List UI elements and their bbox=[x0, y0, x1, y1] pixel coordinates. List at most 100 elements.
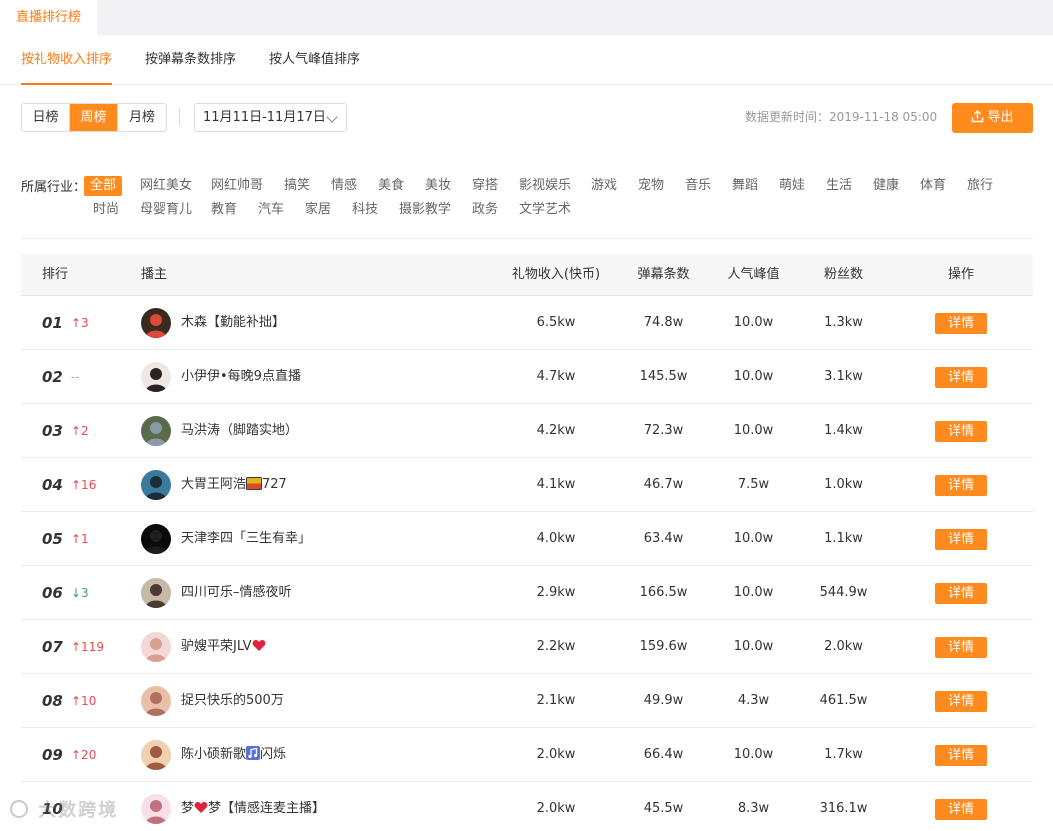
rank-trend: ↑119 bbox=[71, 640, 104, 654]
industry-tag[interactable]: 舞蹈 bbox=[732, 176, 758, 196]
industry-tag[interactable]: 科技 bbox=[352, 200, 378, 220]
rank-trend: ↓3 bbox=[71, 586, 89, 600]
industry-tag[interactable]: 网红帅哥 bbox=[211, 176, 263, 196]
industry-tag[interactable]: 美食 bbox=[378, 176, 404, 196]
fans-count-cell: 3.1kw bbox=[824, 369, 863, 384]
detail-button[interactable]: 详情 bbox=[935, 475, 987, 496]
table-row: 03 ↑2 马洪涛（脚踏实地） 4.2kw 72.3w 10.0w 1.4kw 详情 bbox=[21, 404, 1033, 458]
industry-tag[interactable]: 母婴育儿 bbox=[140, 200, 192, 220]
header-gift-income[interactable]: 礼物收入(快币) bbox=[501, 254, 611, 296]
export-button[interactable]: 导出 bbox=[952, 103, 1033, 133]
rank-number: 03 bbox=[42, 422, 63, 440]
header-peak-popularity[interactable]: 人气峰值 bbox=[716, 254, 791, 296]
avatar[interactable] bbox=[141, 416, 171, 446]
industry-tag[interactable]: 宠物 bbox=[638, 176, 664, 196]
industry-tag[interactable]: 汽车 bbox=[258, 200, 284, 220]
streamer-name[interactable]: 梦梦【情感连麦主播】 bbox=[181, 782, 325, 831]
rank-number: 09 bbox=[42, 746, 63, 764]
detail-button[interactable]: 详情 bbox=[935, 691, 987, 712]
industry-label: 所属行业： bbox=[21, 180, 87, 195]
industry-tag[interactable]: 摄影教学 bbox=[399, 200, 451, 220]
avatar[interactable] bbox=[141, 632, 171, 662]
detail-button[interactable]: 详情 bbox=[935, 421, 987, 442]
detail-button[interactable]: 详情 bbox=[935, 313, 987, 334]
streamer-name[interactable]: 捉只快乐的500万 bbox=[181, 674, 284, 728]
danmu-count-cell: 45.5w bbox=[643, 801, 684, 816]
tab-sort-by-popularity[interactable]: 按人气峰值排序 bbox=[269, 35, 360, 85]
avatar[interactable] bbox=[141, 578, 171, 608]
rank-number: 02 bbox=[42, 368, 63, 386]
date-range-select[interactable]: 11月11日-11月17日 bbox=[194, 103, 347, 132]
rank-number: 06 bbox=[42, 584, 63, 602]
tab-live-ranking[interactable]: 直播排行榜 bbox=[0, 0, 97, 35]
avatar[interactable] bbox=[141, 686, 171, 716]
industry-tag[interactable]: 生活 bbox=[826, 176, 852, 196]
industry-tag[interactable]: 音乐 bbox=[685, 176, 711, 196]
update-time: 数据更新时间：2019-11-18 05:00 bbox=[745, 110, 938, 124]
peak-popularity-cell: 10.0w bbox=[733, 747, 774, 762]
avatar[interactable] bbox=[141, 470, 171, 500]
detail-button[interactable]: 详情 bbox=[935, 367, 987, 388]
streamer-name[interactable]: 大胃王阿浩 727 bbox=[181, 458, 287, 512]
period-weekly-button[interactable]: 周榜 bbox=[70, 104, 118, 131]
streamer-name[interactable]: 木森【勤能补拙】 bbox=[181, 296, 285, 350]
peak-popularity-cell: 7.5w bbox=[737, 477, 770, 492]
industry-tag[interactable]: 政务 bbox=[472, 200, 498, 220]
industry-tag[interactable]: 情感 bbox=[331, 176, 357, 196]
industry-tag[interactable]: 搞笑 bbox=[284, 176, 310, 196]
industry-tag[interactable]: 教育 bbox=[211, 200, 237, 220]
peak-popularity-cell: 10.0w bbox=[733, 531, 774, 546]
tab-sort-by-danmu[interactable]: 按弹幕条数排序 bbox=[145, 35, 236, 85]
section-divider bbox=[21, 238, 1033, 239]
table-row: 01 ↑3 木森【勤能补拙】 6.5kw 74.8w 10.0w 1.3kw 详情 bbox=[21, 296, 1033, 350]
detail-button[interactable]: 详情 bbox=[935, 637, 987, 658]
period-daily-button[interactable]: 日榜 bbox=[22, 104, 70, 131]
streamer-name-suffix: 727 bbox=[262, 477, 287, 492]
gift-income-cell: 2.9kw bbox=[536, 585, 576, 600]
watermark-logo: 大数跨境 bbox=[8, 796, 118, 822]
export-label: 导出 bbox=[987, 110, 1014, 125]
industry-tag[interactable]: 游戏 bbox=[591, 176, 617, 196]
rank-trend: ↑16 bbox=[71, 478, 97, 492]
industry-tag[interactable]: 穿搭 bbox=[472, 176, 498, 196]
tab-sort-by-gift[interactable]: 按礼物收入排序 bbox=[21, 35, 113, 85]
industry-tag[interactable]: 体育 bbox=[920, 176, 946, 196]
streamer-name-text: 大胃王阿浩 bbox=[181, 477, 247, 492]
detail-button[interactable]: 详情 bbox=[935, 799, 987, 820]
header-danmu-count[interactable]: 弹幕条数 bbox=[626, 254, 701, 296]
watermark-text: 大数跨境 bbox=[38, 800, 119, 821]
industry-tag[interactable]: 美妆 bbox=[425, 176, 451, 196]
streamer-name-suffix: 闪烁 bbox=[260, 747, 287, 762]
streamer-name[interactable]: 天津李四「三生有幸」 bbox=[181, 512, 311, 566]
industry-tag[interactable]: 文学艺术 bbox=[519, 200, 571, 220]
gift-income-cell: 6.5kw bbox=[536, 315, 576, 330]
avatar[interactable] bbox=[141, 794, 171, 824]
avatar[interactable] bbox=[141, 740, 171, 770]
streamer-name[interactable]: 四川可乐–情感夜听 bbox=[181, 566, 292, 620]
danmu-count-cell: 66.4w bbox=[643, 747, 684, 762]
streamer-name[interactable]: 马洪涛（脚踏实地） bbox=[181, 404, 298, 458]
period-monthly-button[interactable]: 月榜 bbox=[118, 104, 166, 131]
avatar[interactable] bbox=[141, 362, 171, 392]
industry-tag[interactable]: 全部 bbox=[84, 176, 123, 196]
streamer-name[interactable]: 驴嫂平荣JLV bbox=[181, 620, 266, 674]
heart-icon bbox=[252, 640, 265, 651]
streamer-name[interactable]: 陈小硕新歌 闪烁 bbox=[181, 728, 286, 782]
industry-tag[interactable]: 萌娃 bbox=[779, 176, 805, 196]
rank-number: 04 bbox=[42, 476, 63, 494]
industry-tag[interactable]: 家居 bbox=[305, 200, 331, 220]
detail-button[interactable]: 详情 bbox=[935, 745, 987, 766]
industry-tag[interactable]: 网红美女 bbox=[140, 176, 192, 196]
avatar[interactable] bbox=[141, 524, 171, 554]
avatar[interactable] bbox=[141, 308, 171, 338]
industry-tag[interactable]: 影视娱乐 bbox=[519, 176, 571, 196]
header-action: 操作 bbox=[947, 267, 974, 282]
detail-button[interactable]: 详情 bbox=[935, 583, 987, 604]
danmu-count-cell: 74.8w bbox=[643, 315, 684, 330]
detail-button[interactable]: 详情 bbox=[935, 529, 987, 550]
rank-trend: ↑10 bbox=[71, 694, 97, 708]
industry-tag[interactable]: 时尚 bbox=[93, 200, 119, 220]
streamer-name[interactable]: 小伊伊•每晚9点直播 bbox=[181, 350, 301, 404]
industry-tag[interactable]: 健康 bbox=[873, 176, 899, 196]
industry-tag[interactable]: 旅行 bbox=[967, 176, 993, 196]
